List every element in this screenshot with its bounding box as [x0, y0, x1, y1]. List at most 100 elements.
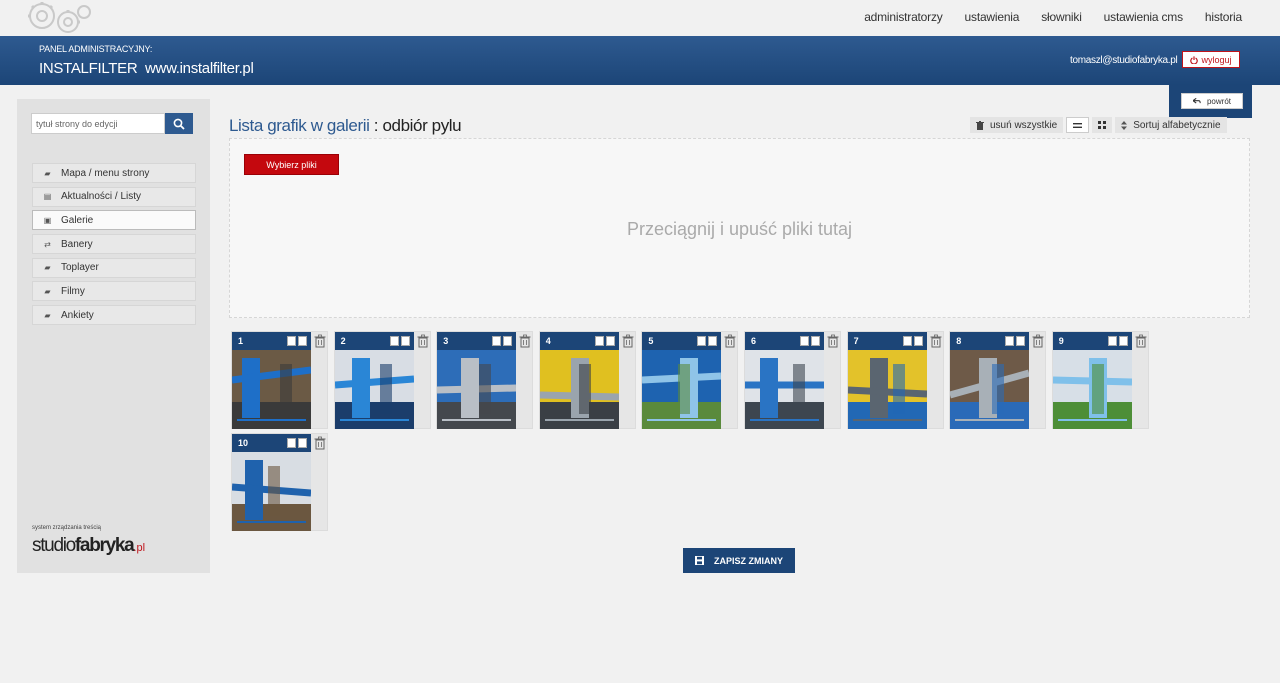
gallery-tile[interactable]: 6: [744, 331, 841, 429]
logout-label: wyloguj: [1201, 54, 1232, 65]
brand-part1: studio: [32, 535, 76, 556]
tile-toggle-icon[interactable]: [1107, 336, 1128, 346]
sidebar-item-galerie[interactable]: ▣ Galerie: [32, 210, 196, 231]
tile-toggle-icon[interactable]: [287, 336, 307, 346]
top-bar: administratorzy ustawienia słowniki usta…: [0, 0, 1280, 36]
nav-ustawienia-cms[interactable]: ustawienia cms: [1104, 10, 1183, 24]
save-changes-button[interactable]: ZAPISZ ZMIANY: [683, 548, 795, 573]
tile-header: 4: [539, 332, 619, 350]
gallery-tile[interactable]: 5: [641, 331, 739, 429]
delete-image-icon[interactable]: [723, 334, 737, 348]
gallery-toolbar: usuń wszystkie Sortuj alfabetycznie: [970, 117, 1227, 133]
gallery-thumbnail: [1052, 350, 1132, 429]
tile-toggle-icon[interactable]: [492, 336, 513, 346]
image-icon: ▣: [43, 215, 52, 225]
back-button[interactable]: powrót: [1181, 93, 1243, 109]
list-view-toggle[interactable]: [1066, 117, 1090, 133]
delete-image-icon[interactable]: [313, 436, 327, 450]
tile-toggle-icon[interactable]: [697, 336, 718, 346]
sidebar-menu: ▰ Mapa / menu strony ▤ Aktualności / Listy ▣…: [32, 163, 196, 329]
tile-header: 8: [950, 332, 1030, 350]
header-bar: PANEL ADMINISTRACYJNY: INSTALFILTER www.…: [0, 36, 1280, 85]
grid-view-icon: [1098, 121, 1107, 129]
tile-toggle-icon[interactable]: [1005, 336, 1026, 346]
gallery-thumbnail: [745, 350, 824, 429]
folder-icon: ▰: [44, 310, 51, 320]
delete-image-icon[interactable]: [313, 334, 327, 348]
gallery-tile[interactable]: 8: [949, 331, 1047, 429]
delete-image-icon[interactable]: [1031, 334, 1045, 348]
nav-historia[interactable]: historia: [1205, 10, 1242, 24]
page-title-prefix: Lista grafik w galerii: [229, 116, 370, 135]
gallery-thumbnail: [539, 350, 619, 429]
tile-number: 10: [238, 438, 249, 448]
sidebar: ▰ Mapa / menu strony ▤ Aktualności / Listy ▣…: [17, 99, 210, 573]
tile-header: 7: [847, 332, 927, 350]
tile-header: 6: [745, 332, 824, 350]
tile-toggle-icon[interactable]: [902, 336, 923, 346]
logout-button[interactable]: wyloguj: [1182, 51, 1240, 68]
delete-image-icon[interactable]: [416, 334, 430, 348]
gears-logo-icon: [28, 2, 91, 33]
nav-slowniki[interactable]: słowniki: [1041, 10, 1082, 24]
sort-icon: [1121, 120, 1128, 130]
folder-icon: ▰: [44, 263, 51, 273]
delete-all-label: usuń wszystkie: [990, 119, 1058, 131]
tile-toggle-icon[interactable]: [594, 336, 615, 346]
delete-image-icon[interactable]: [621, 334, 635, 348]
gallery-tile[interactable]: 1: [231, 331, 328, 429]
sort-label: Sortuj alfabetycznie: [1133, 119, 1221, 131]
tile-header: 5: [642, 332, 722, 350]
tile-number: 9: [1058, 336, 1064, 346]
nav-administratorzy[interactable]: administratorzy: [864, 10, 943, 24]
grid-view-toggle[interactable]: [1092, 117, 1113, 133]
gallery-tile[interactable]: 2: [333, 331, 431, 429]
tile-number: 2: [340, 336, 346, 346]
sidebar-item-aktualności-listy[interactable]: ▤ Aktualności / Listy: [32, 186, 196, 207]
studiofabryka-logo: studiofabryka.pl: [32, 535, 145, 557]
floppy-icon: [695, 556, 704, 565]
sidebar-item-mapa-menu-strony[interactable]: ▰ Mapa / menu strony: [32, 163, 196, 183]
gallery-tile[interactable]: 9: [1051, 331, 1149, 429]
page-title: Lista grafik w galerii : odbiór pylu: [229, 116, 462, 136]
gallery-thumbnail: [334, 350, 414, 429]
upload-dropzone[interactable]: Wybierz pliki Przeciągnij i upuść pliki …: [229, 138, 1250, 318]
sidebar-item-banery[interactable]: ⇄ Banery: [32, 234, 196, 255]
delete-image-icon[interactable]: [826, 334, 840, 348]
folder-icon: ▰: [44, 168, 51, 178]
site-name: INSTALFILTER: [39, 60, 138, 77]
sidebar-item-label: Ankiety: [61, 309, 94, 321]
tile-toggle-icon[interactable]: [389, 336, 410, 346]
sidebar-item-ankiety[interactable]: ▰ Ankiety: [32, 305, 196, 326]
save-label: ZAPISZ ZMIANY: [714, 555, 783, 566]
search-button[interactable]: [165, 113, 193, 134]
choose-files-button[interactable]: Wybierz pliki: [244, 154, 339, 175]
tile-header: 3: [437, 332, 517, 350]
gallery-name: odbiór pylu: [382, 116, 462, 135]
cms-note: system zrządzania treścią: [32, 525, 102, 531]
delete-image-icon[interactable]: [1134, 334, 1148, 348]
sidebar-item-label: Filmy: [61, 285, 85, 297]
delete-all-button[interactable]: usuń wszystkie: [970, 117, 1064, 133]
page-search-input[interactable]: [31, 113, 165, 134]
power-icon: [1190, 55, 1199, 64]
sort-alpha-button[interactable]: Sortuj alfabetycznie: [1115, 117, 1227, 133]
panel-label: PANEL ADMINISTRACYJNY:: [39, 44, 153, 54]
tile-toggle-icon[interactable]: [800, 336, 820, 346]
delete-image-icon[interactable]: [929, 334, 943, 348]
delete-image-icon[interactable]: [518, 334, 532, 348]
banner-icon: ⇄: [44, 239, 51, 249]
nav-ustawienia[interactable]: ustawienia: [965, 10, 1020, 24]
back-box: powrót: [1169, 85, 1252, 118]
site-url[interactable]: www.instalfilter.pl: [145, 60, 254, 77]
gallery-tile[interactable]: 3: [436, 331, 534, 429]
gallery-tile[interactable]: 7: [846, 331, 944, 429]
top-nav: administratorzy ustawienia słowniki usta…: [864, 10, 1242, 24]
tile-header: 10: [232, 434, 311, 452]
sidebar-item-toplayer[interactable]: ▰ Toplayer: [32, 257, 196, 278]
gallery-tile[interactable]: 4: [538, 331, 636, 429]
tile-toggle-icon[interactable]: [287, 438, 307, 448]
gallery-thumbnail: [232, 350, 311, 429]
gallery-tile[interactable]: 10: [231, 433, 328, 531]
sidebar-item-filmy[interactable]: ▰ Filmy: [32, 281, 196, 302]
